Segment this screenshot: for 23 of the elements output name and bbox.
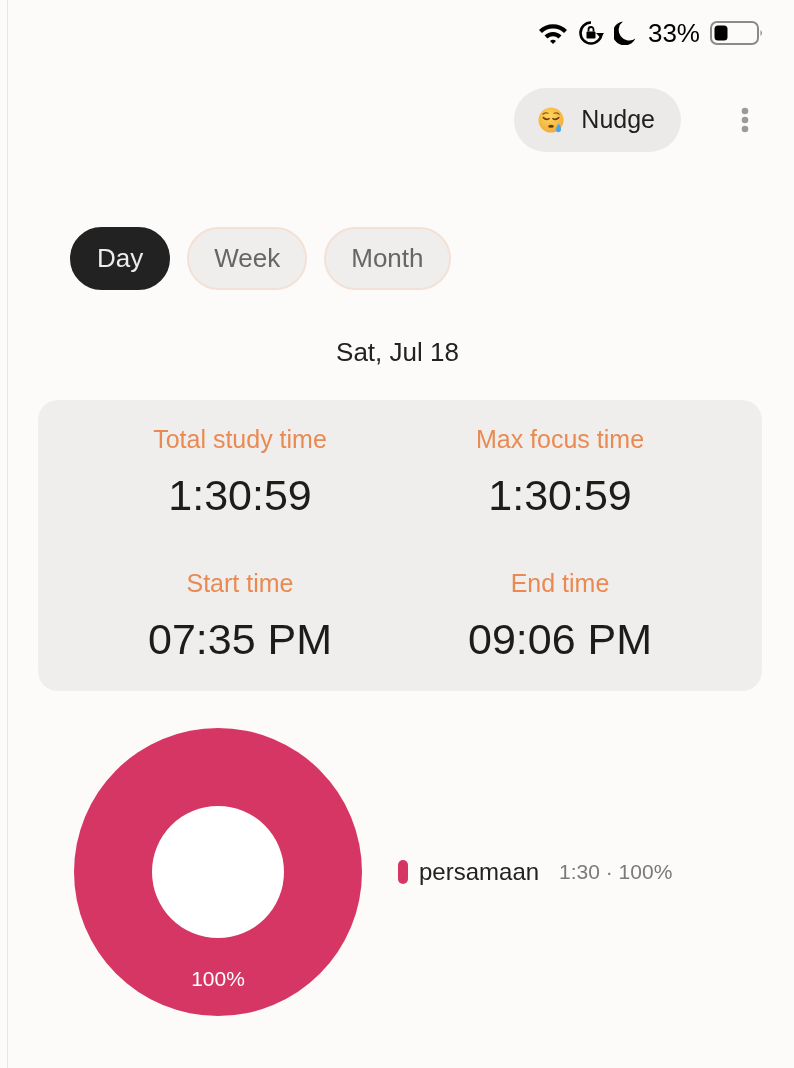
nudge-button[interactable]: Nudge (514, 88, 681, 152)
stat-label: End time (510, 568, 610, 598)
stat-value: 1:30:59 (168, 471, 312, 519)
stat-value: 09:06 PM (467, 615, 653, 663)
period-tab[interactable]: Day (70, 227, 171, 290)
period-tab[interactable]: Week (187, 227, 308, 290)
stat-value: 1:30:59 (488, 471, 632, 519)
date-label: Sat, Jul 18 (336, 336, 459, 368)
legend-label: persamaan (419, 857, 540, 887)
sleepy-face-icon (538, 106, 566, 134)
slice-label: 100% (191, 966, 245, 990)
period-tab[interactable]: Month (324, 227, 451, 290)
battery-icon (710, 21, 764, 45)
rotation-lock-icon (577, 20, 604, 46)
legend-detail: 1:30 · 100% (559, 859, 673, 886)
moon-icon (613, 21, 636, 45)
wifi-icon (537, 22, 568, 44)
stat-label: Start time (186, 568, 294, 598)
battery-percentage: 33% (647, 20, 700, 46)
stat-value: 07:35 PM (147, 615, 333, 663)
stat-label: Total study time (153, 424, 327, 454)
more-options-icon[interactable] (741, 107, 749, 133)
stat-label: Max focus time (475, 424, 645, 454)
